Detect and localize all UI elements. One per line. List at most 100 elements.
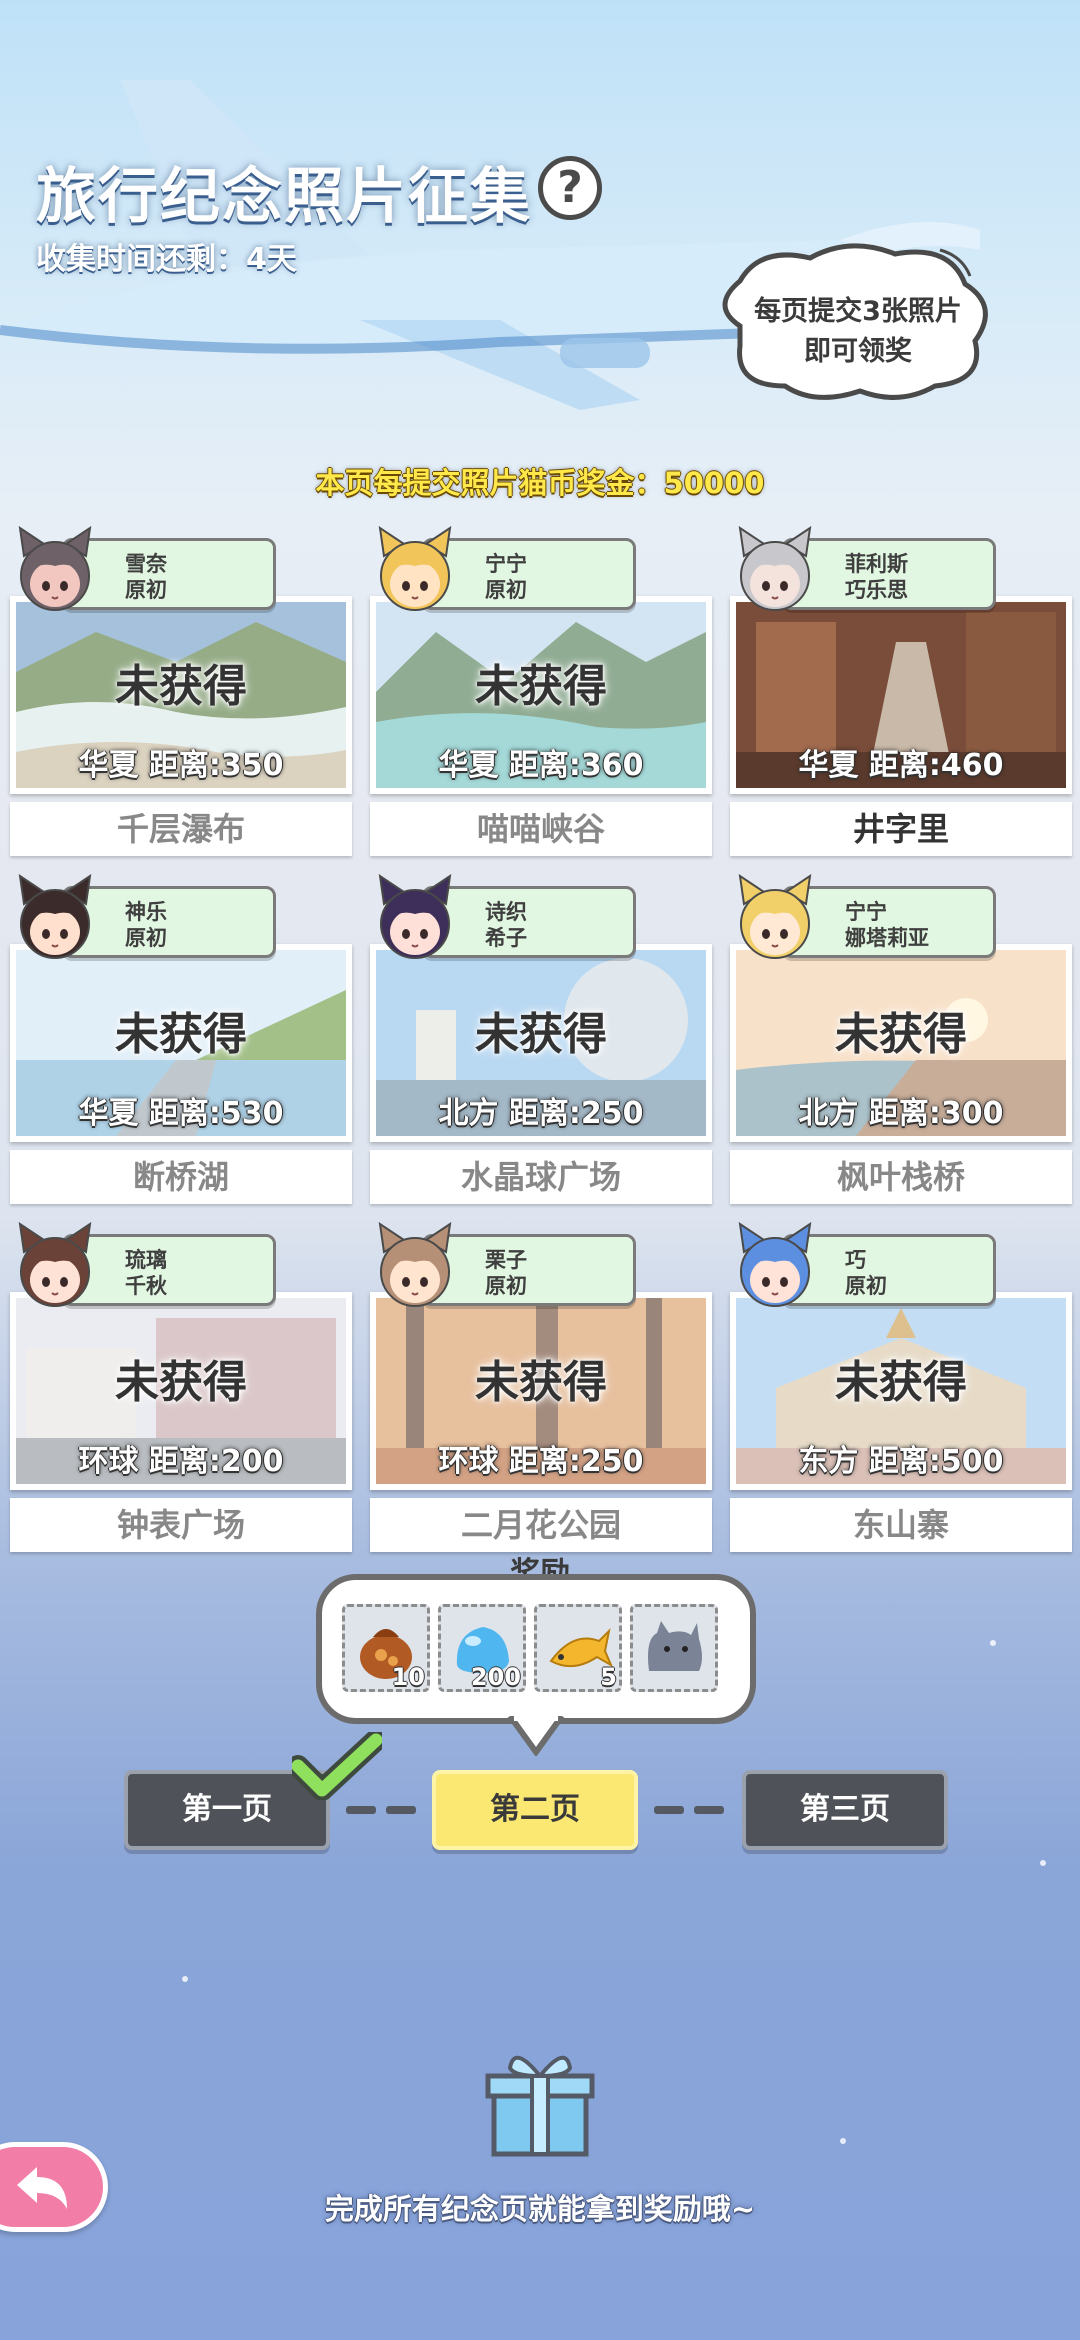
character-name: 巧 — [845, 1248, 866, 1272]
character-avatar-icon — [378, 1222, 452, 1307]
coin-bonus-banner: 本页每提交照片猫币奖金：50000 — [315, 466, 765, 500]
location-name: 二月花公园 — [370, 1498, 712, 1552]
photo-frame: 未获得华夏 距离:350 — [10, 596, 352, 794]
character-avatar-icon — [18, 1222, 92, 1307]
photo-frame: 未获得 华夏 距离:360 — [370, 596, 712, 794]
gift-box-icon[interactable] — [484, 2048, 596, 2160]
help-button[interactable]: ? — [538, 156, 602, 220]
bubble-line-1: 每页提交3张照片 — [754, 296, 962, 327]
location-photo: 未获得 环球 距离:200 — [16, 1298, 346, 1484]
photo-card[interactable]: 未获得环球 距离:250 二月花公园 栗子 原初 — [370, 1222, 712, 1552]
bubble-line-2: 即可领奖 — [804, 336, 912, 367]
photo-frame: 未获得 环球 距离:200 — [10, 1292, 352, 1490]
photo-card[interactable]: 未获得 华夏 距离:360 喵喵峡谷 宁宁 原初 — [370, 526, 712, 856]
location-photo: 未获得环球 距离:250 — [376, 1298, 706, 1484]
location-photo: 未获得华夏 距离:350 — [16, 602, 346, 788]
character-avatar-icon — [18, 874, 92, 959]
character-costume: 原初 — [125, 926, 167, 950]
character-costume: 原初 — [485, 1274, 527, 1298]
region-distance: 华夏 距离:350 — [78, 748, 284, 783]
location-photo: 未获得北方 距离:250 — [376, 950, 706, 1136]
photo-card[interactable]: 华夏 距离:460 井字里 菲利斯 巧乐思 — [730, 526, 1072, 856]
photo-card[interactable]: 未获得华夏 距离:530 断桥湖 神乐 原初 — [10, 874, 352, 1204]
character-costume: 巧乐思 — [845, 578, 908, 602]
character-name: 宁宁 — [845, 900, 887, 924]
location-photo: 华夏 距离:460 — [736, 602, 1066, 788]
character-costume: 原初 — [485, 578, 527, 602]
not-obtained-label: 未获得 — [475, 1009, 607, 1060]
location-name: 东山寨 — [730, 1498, 1072, 1552]
reward-slot[interactable]: 10 — [342, 1604, 430, 1692]
not-obtained-label: 未获得 — [115, 661, 247, 712]
reward-slot[interactable]: 5 — [534, 1604, 622, 1692]
character-avatar-icon — [738, 874, 812, 959]
region-distance: 环球 距离:200 — [78, 1444, 284, 1479]
photo-card[interactable]: 未获得东方 距离:500 东山寨 巧原初 — [730, 1222, 1072, 1552]
location-name: 枫叶栈桥 — [730, 1150, 1072, 1204]
character-avatar-icon — [738, 1222, 812, 1307]
not-obtained-label: 未获得 — [835, 1009, 967, 1060]
page-2-button[interactable]: 第二页 — [432, 1770, 638, 1850]
photo-frame: 华夏 距离:460 — [730, 596, 1072, 794]
reward-count: 10 — [391, 1663, 425, 1691]
character-avatar-icon — [378, 526, 452, 611]
region-distance: 北方 距离:300 — [798, 1096, 1004, 1131]
character-costume: 千秋 — [125, 1274, 167, 1298]
photo-card[interactable]: 未获得华夏 距离:350 千层瀑布 雪奈 原初 — [10, 526, 352, 856]
location-name: 水晶球广场 — [370, 1150, 712, 1204]
location-name: 断桥湖 — [10, 1150, 352, 1204]
character-name: 神乐 — [125, 900, 167, 924]
reward-pointer — [507, 1716, 565, 1756]
character-avatar-icon — [738, 526, 812, 611]
countdown-timer: 收集时间还剩：4天 — [36, 242, 297, 277]
not-obtained-label: 未获得 — [475, 1357, 607, 1408]
not-obtained-label: 未获得 — [475, 661, 607, 712]
page-title: 旅行纪念照片征集 — [36, 162, 532, 232]
reward-slot[interactable]: 200 — [438, 1604, 526, 1692]
location-name: 井字里 — [730, 802, 1072, 856]
photo-card[interactable]: 未获得北方 距离:250 水晶球广场 诗织 希子 — [370, 874, 712, 1204]
photo-card[interactable]: 未获得 环球 距离:200 钟表广场 琉璃 千秋 — [10, 1222, 352, 1552]
region-distance: 北方 距离:250 — [438, 1096, 644, 1131]
location-photo: 未获得北方 距离:300 — [736, 950, 1066, 1136]
region-distance: 华夏 距离:460 — [798, 748, 1004, 783]
bubble-text: 每页提交3张照片 即可领奖 — [718, 292, 998, 372]
character-name: 雪奈 — [125, 552, 167, 576]
reward-slot[interactable] — [630, 1604, 718, 1692]
character-name: 宁宁 — [485, 552, 527, 576]
location-name: 钟表广场 — [10, 1498, 352, 1552]
photo-card[interactable]: 未获得北方 距离:300 枫叶栈桥 宁宁 娜塔莉亚 — [730, 874, 1072, 1204]
character-avatar-icon — [378, 874, 452, 959]
character-costume: 原初 — [845, 1274, 887, 1298]
region-distance: 环球 距离:250 — [438, 1444, 644, 1479]
gray-cat-icon — [648, 1621, 702, 1671]
character-name: 琉璃 — [125, 1248, 167, 1272]
region-distance: 华夏 距离:530 — [78, 1096, 284, 1131]
character-costume: 希子 — [485, 926, 527, 950]
character-costume: 娜塔莉亚 — [845, 926, 929, 950]
location-name: 喵喵峡谷 — [370, 802, 712, 856]
reward-count: 200 — [470, 1663, 521, 1691]
character-name: 栗子 — [485, 1248, 527, 1272]
character-costume: 原初 — [125, 578, 167, 602]
region-distance: 东方 距离:500 — [798, 1444, 1004, 1479]
not-obtained-label: 未获得 — [835, 1357, 967, 1408]
photo-frame: 未获得北方 距离:300 — [730, 944, 1072, 1142]
location-name: 千层瀑布 — [10, 802, 352, 856]
location-photo: 未获得东方 距离:500 — [736, 1298, 1066, 1484]
page-3-button[interactable]: 第三页 — [742, 1770, 948, 1850]
not-obtained-label: 未获得 — [115, 1009, 247, 1060]
back-arrow-icon — [17, 2167, 67, 2209]
location-photo: 未获得 华夏 距离:360 — [376, 602, 706, 788]
back-button[interactable] — [0, 2142, 108, 2232]
character-name: 诗织 — [485, 900, 527, 924]
photo-frame: 未获得东方 距离:500 — [730, 1292, 1072, 1490]
character-avatar-icon — [18, 526, 92, 611]
checkmark-icon — [292, 1732, 382, 1800]
reward-panel: 10 200 5 — [316, 1574, 756, 1724]
location-photo: 未获得华夏 距离:530 — [16, 950, 346, 1136]
character-name: 菲利斯 — [845, 552, 908, 576]
completion-hint: 完成所有纪念页就能拿到奖励哦~ — [324, 2192, 756, 2226]
photo-frame: 未获得北方 距离:250 — [370, 944, 712, 1142]
reward-count: 5 — [600, 1663, 617, 1691]
